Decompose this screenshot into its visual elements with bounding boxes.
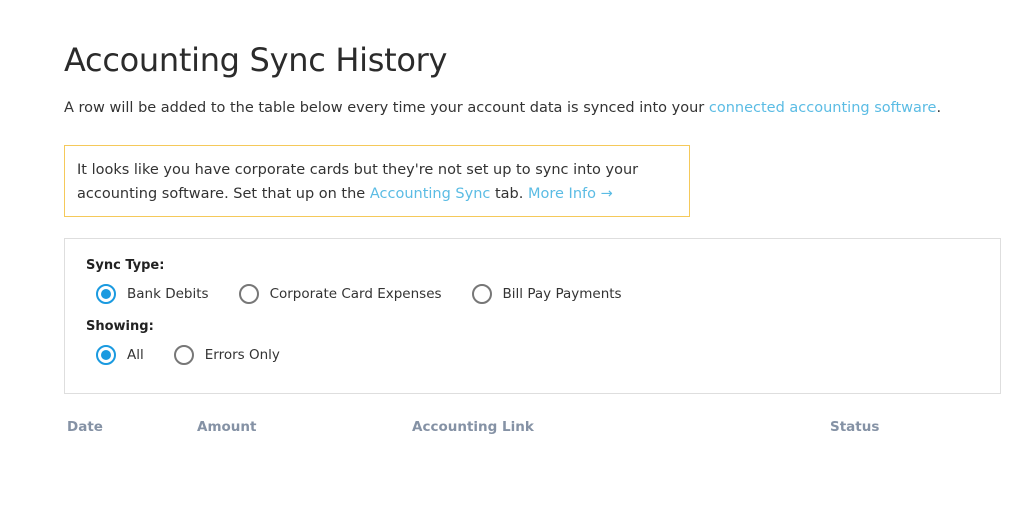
radio-checked-icon[interactable]	[96, 345, 116, 365]
corporate-cards-notice: It looks like you have corporate cards b…	[64, 145, 690, 217]
radio-unchecked-icon[interactable]	[471, 284, 492, 304]
notice-text-middle: tab.	[490, 186, 528, 202]
column-header-date[interactable]: Date	[67, 419, 103, 435]
sync-type-option-bank-debits[interactable]: Bank Debits	[96, 284, 209, 304]
page-title: Accounting Sync History	[64, 41, 448, 79]
sync-type-option-bill-pay-payments[interactable]: Bill Pay Payments	[471, 284, 622, 304]
column-header-amount[interactable]: Amount	[197, 419, 256, 435]
radio-checked-icon[interactable]	[96, 284, 116, 304]
showing-option-all[interactable]: All	[96, 345, 144, 365]
showing-radio-group: All Errors Only	[96, 345, 310, 365]
accounting-sync-tab-link[interactable]: Accounting Sync	[370, 186, 491, 202]
radio-label: All	[127, 347, 144, 363]
intro-text: A row will be added to the table below e…	[64, 96, 944, 120]
sync-type-label: Sync Type:	[86, 258, 165, 273]
sync-type-radio-group: Bank Debits Corporate Card Expenses Bill…	[96, 284, 652, 304]
column-header-status[interactable]: Status	[830, 419, 879, 435]
radio-label: Bill Pay Payments	[502, 286, 622, 302]
filters-panel: Sync Type: Bank Debits Corporate Card Ex…	[64, 238, 1001, 394]
radio-unchecked-icon[interactable]	[238, 284, 259, 304]
intro-text-after: .	[936, 100, 942, 116]
radio-label: Bank Debits	[127, 286, 209, 302]
connected-accounting-software-link[interactable]: connected accounting software	[709, 100, 937, 116]
intro-text-before: A row will be added to the table below e…	[64, 100, 709, 116]
radio-label: Corporate Card Expenses	[269, 286, 442, 302]
radio-label: Errors Only	[204, 347, 280, 363]
showing-label: Showing:	[86, 319, 154, 334]
more-info-link[interactable]: More Info →	[528, 186, 613, 202]
showing-option-errors-only[interactable]: Errors Only	[173, 345, 280, 365]
sync-history-table-header: Date Amount Accounting Link Status	[0, 419, 1021, 437]
sync-type-option-corporate-card-expenses[interactable]: Corporate Card Expenses	[238, 284, 442, 304]
column-header-accounting-link[interactable]: Accounting Link	[412, 419, 534, 435]
radio-unchecked-icon[interactable]	[173, 345, 194, 365]
